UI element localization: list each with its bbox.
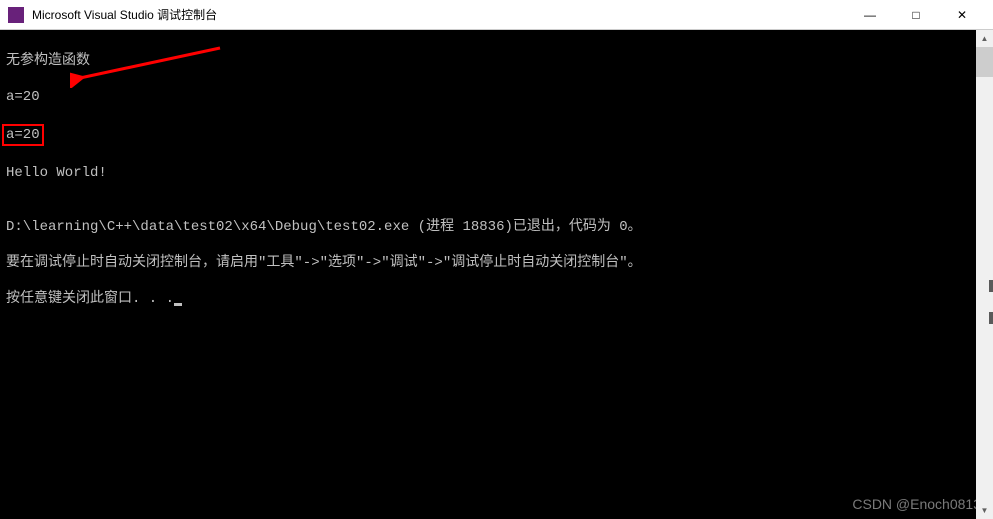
output-line: Hello World! xyxy=(6,164,987,182)
window-title: Microsoft Visual Studio 调试控制台 xyxy=(32,6,847,23)
maximize-button[interactable]: □ xyxy=(893,0,939,30)
output-line: a=20 xyxy=(6,88,987,106)
scrollbar[interactable]: ▲ ▼ xyxy=(976,30,993,519)
minimize-button[interactable]: — xyxy=(847,0,893,30)
output-line: a=20 xyxy=(6,124,987,146)
output-line: 按任意键关闭此窗口. . . xyxy=(6,290,987,308)
highlighted-output: a=20 xyxy=(2,124,44,146)
scroll-up-button[interactable]: ▲ xyxy=(976,30,993,47)
scrollbar-thumb[interactable] xyxy=(976,47,993,77)
output-line: 无参构造函数 xyxy=(6,52,987,70)
side-icon[interactable] xyxy=(989,280,993,292)
output-line: D:\learning\C++\data\test02\x64\Debug\te… xyxy=(6,218,987,236)
side-icon[interactable] xyxy=(989,312,993,324)
window-controls: — □ ✕ xyxy=(847,0,985,30)
watermark-text: CSDN @Enoch0813 xyxy=(852,495,981,513)
scroll-down-button[interactable]: ▼ xyxy=(976,502,993,519)
titlebar: Microsoft Visual Studio 调试控制台 — □ ✕ xyxy=(0,0,993,30)
text-cursor xyxy=(174,303,182,306)
output-line: 要在调试停止时自动关闭控制台，请启用"工具"->"选项"->"调试"->"调试停… xyxy=(6,254,987,272)
side-panel-icons xyxy=(989,280,993,324)
close-button[interactable]: ✕ xyxy=(939,0,985,30)
console-output[interactable]: 无参构造函数 a=20 a=20 Hello World! D:\learnin… xyxy=(0,30,993,519)
app-icon xyxy=(8,7,24,23)
